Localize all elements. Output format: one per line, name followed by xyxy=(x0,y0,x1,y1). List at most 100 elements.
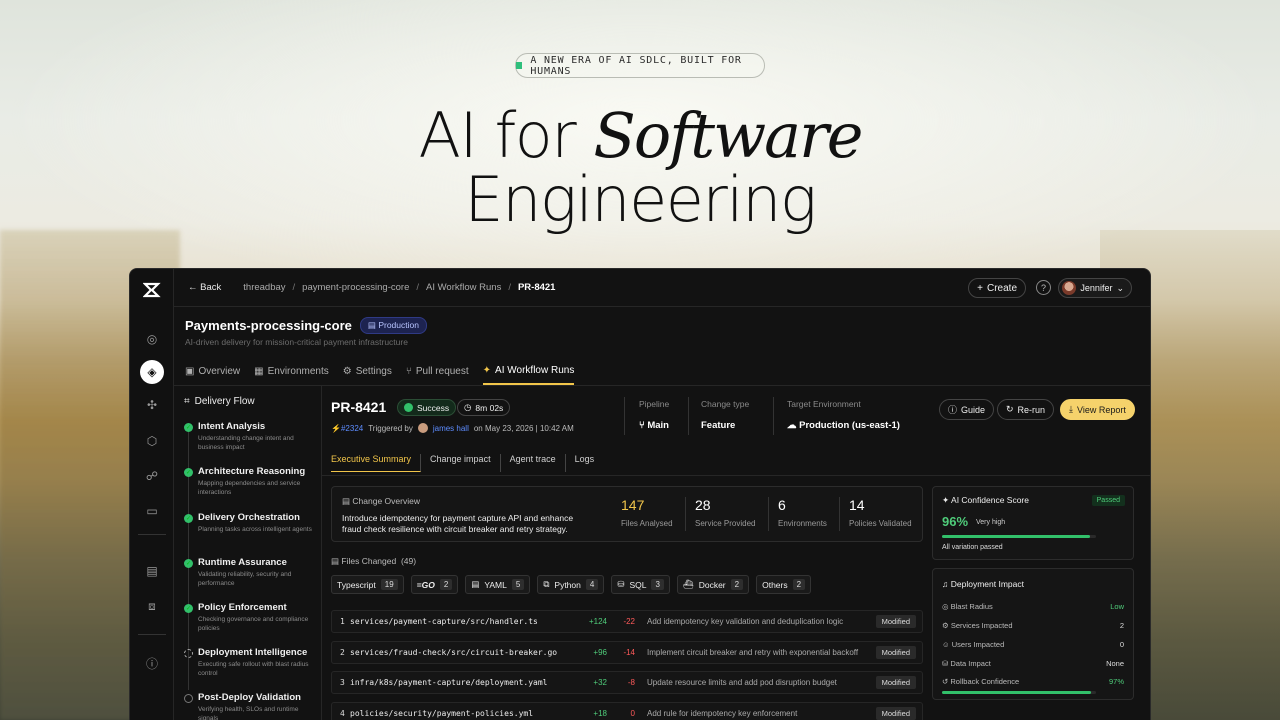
rerun-button[interactable]: ↻ Re-run xyxy=(997,399,1055,420)
impact-label: ◎ Blast Radius xyxy=(942,602,993,611)
tab-ai-workflow-runs[interactable]: ✦ AI Workflow Runs xyxy=(482,365,575,385)
flow-step[interactable]: Deployment Intelligence Executing safe ro… xyxy=(184,647,319,678)
step-title: Post-Deploy Validation xyxy=(198,692,301,703)
breadcrumb-item[interactable]: AI Workflow Runs xyxy=(426,282,501,293)
chip-python[interactable]: ⧉ Python 4 xyxy=(537,575,605,594)
flow-step[interactable]: Post-Deploy Validation Verifying health, … xyxy=(184,692,319,720)
chip-yaml[interactable]: ▤ YAML 5 xyxy=(465,575,531,594)
box-icon[interactable]: ⧈ xyxy=(140,594,164,618)
chip-label: YAML xyxy=(484,579,507,590)
step-desc: Validating reliability, security and per… xyxy=(198,571,292,587)
logo-icon[interactable] xyxy=(142,281,161,299)
alert-icon[interactable]: ⓘ xyxy=(140,651,164,675)
tab-environments[interactable]: ▦ Environments xyxy=(254,365,329,385)
file-row[interactable]: 4 policies/security/payment-policies.yml +… xyxy=(331,702,923,720)
triggered-by-label: Triggered by xyxy=(368,423,413,433)
puzzle-icon[interactable]: ✣ xyxy=(140,393,164,417)
subtab-change-impact[interactable]: Change impact xyxy=(430,454,501,472)
step-title: Deployment Intelligence xyxy=(198,647,308,658)
bell-icon: ♫ xyxy=(942,579,949,589)
breadcrumb-item[interactable]: payment-processing-core xyxy=(302,282,409,293)
impact-row: ⚙ Services Impacted 2 xyxy=(942,621,1124,630)
tab-settings[interactable]: ⚙ Settings xyxy=(343,365,392,385)
clipboard-icon[interactable]: ▤ xyxy=(140,559,164,583)
coins-icon[interactable]: ◎ xyxy=(140,327,164,351)
stat-policies-validated: 14 Policies Validated xyxy=(849,497,912,528)
trigger-user[interactable]: james hall xyxy=(433,424,469,433)
project-header: Payments-processing-core ▤ Production xyxy=(185,317,427,334)
flow-step[interactable]: ✓ Policy Enforcement Checking governance a… xyxy=(184,602,319,633)
chip-label: Others xyxy=(762,579,788,590)
users-icon[interactable]: ☍ xyxy=(140,464,164,488)
docker-icon: ⛴ xyxy=(682,579,694,589)
file-change-desc: Implement circuit breaker and retry with… xyxy=(647,648,859,657)
file-row[interactable]: 3 infra/k8s/payment-capture/deployment.ya… xyxy=(331,671,923,694)
overview-icon: ▣ xyxy=(185,366,195,377)
package-icon[interactable]: ⬡ xyxy=(140,429,164,453)
rollback-bar-fill xyxy=(942,691,1092,694)
trigger-date: on May 23, 2026 | 10:42 AM xyxy=(473,423,574,433)
tab-label: Settings xyxy=(355,366,392,377)
stat-divider xyxy=(768,497,769,531)
flow-step[interactable]: ✓ Runtime Assurance Validating reliability… xyxy=(184,557,319,588)
chip-docker[interactable]: ⛴ Docker 2 xyxy=(676,575,750,594)
delivery-flow-panel: ⌗ Delivery Flow ✓ Intent Analysis Understan… xyxy=(174,386,322,720)
tab-overview[interactable]: ▣ Overview xyxy=(185,365,240,385)
file-change-desc: Add idempotency key validation and dedup… xyxy=(647,617,844,626)
hero-title-italic: Software xyxy=(593,99,863,172)
subtab-agent-trace[interactable]: Agent trace xyxy=(510,454,566,472)
chip-count: 2 xyxy=(439,579,453,590)
chip-sql[interactable]: ⛁ SQL 3 xyxy=(611,575,670,594)
back-button[interactable]: ← Back xyxy=(188,282,221,293)
chip-count: 2 xyxy=(730,579,744,590)
layers-icon[interactable]: ◈ xyxy=(140,360,164,384)
step-desc: Planning tasks across intelligent agents xyxy=(198,526,312,533)
subtab-executive-summary[interactable]: Executive Summary xyxy=(331,454,422,472)
monitor-icon[interactable]: ▭ xyxy=(140,499,164,523)
chip-count: 5 xyxy=(511,579,525,590)
chip-label: Docker xyxy=(698,579,726,590)
flow-step[interactable]: ✓ Architecture Reasoning Mapping dependenc… xyxy=(184,466,319,497)
tab-label: Pull request xyxy=(415,366,469,377)
modified-badge: Modified xyxy=(875,676,916,689)
help-icon[interactable]: ? xyxy=(1036,280,1051,295)
files-changed-label: Files Changed xyxy=(341,556,397,566)
pipeline-meta: Pipeline ⑂ Main xyxy=(639,399,669,431)
modified-badge: Modified xyxy=(875,707,916,720)
lines-removed: -14 xyxy=(623,648,635,657)
pending-icon xyxy=(184,694,193,703)
impact-value: 0 xyxy=(1119,640,1124,649)
gear-icon: ⚙ xyxy=(342,366,352,377)
pr-link[interactable]: ⚡#2324 xyxy=(331,424,363,433)
view-report-button[interactable]: ⤓ View Report xyxy=(1060,399,1135,420)
step-desc: Verifying health, SLOs and runtime signa… xyxy=(198,706,299,720)
flow-step[interactable]: ✓ Delivery Orchestration Planning tasks ac… xyxy=(184,512,319,534)
chip-others[interactable]: Others 2 xyxy=(756,575,812,594)
flow-step[interactable]: ✓ Intent Analysis Understanding change int… xyxy=(184,421,319,452)
chip-go[interactable]: =GO 2 xyxy=(410,575,459,594)
tab-pull-request[interactable]: ⑂ Pull request xyxy=(406,365,469,385)
user-menu[interactable]: Jennifer ⌄ xyxy=(1058,278,1132,298)
chip-typescript[interactable]: Typescript 19 xyxy=(331,575,404,594)
duration-label: 8m 02s xyxy=(475,402,504,413)
file-row[interactable]: 1 services/payment-capture/src/handler.ts… xyxy=(331,610,923,633)
icon-rail: ◎ ◈ ✣ ⬡ ☍ ▭ ▤ ⧈ ⓘ xyxy=(130,269,174,720)
file-row[interactable]: 2 services/fraud-check/src/circuit-breake… xyxy=(331,641,923,664)
view-report-label: View Report xyxy=(1076,404,1126,415)
step-title: Delivery Orchestration xyxy=(198,512,300,523)
avatar xyxy=(417,423,428,433)
hero-pill-text: A NEW ERA OF AI SDLC, BUILT FOR HUMANS xyxy=(530,54,742,77)
chip-count: 4 xyxy=(585,579,599,590)
create-button[interactable]: + Create xyxy=(968,278,1026,298)
stat-divider xyxy=(685,497,686,531)
lines-added: +18 xyxy=(593,709,607,718)
lines-removed: -22 xyxy=(623,617,635,626)
avatar xyxy=(1062,281,1077,295)
run-id: PR-8421 xyxy=(331,399,387,415)
sparkle-icon: ✦ xyxy=(482,365,492,376)
breadcrumb-item[interactable]: threadbay xyxy=(243,282,285,293)
subtab-logs[interactable]: Logs xyxy=(575,454,604,472)
guide-button[interactable]: ⓘ Guide xyxy=(939,399,995,420)
stat-value: 147 xyxy=(621,497,645,513)
impact-row: ☺ Users Impacted 0 xyxy=(942,640,1124,649)
